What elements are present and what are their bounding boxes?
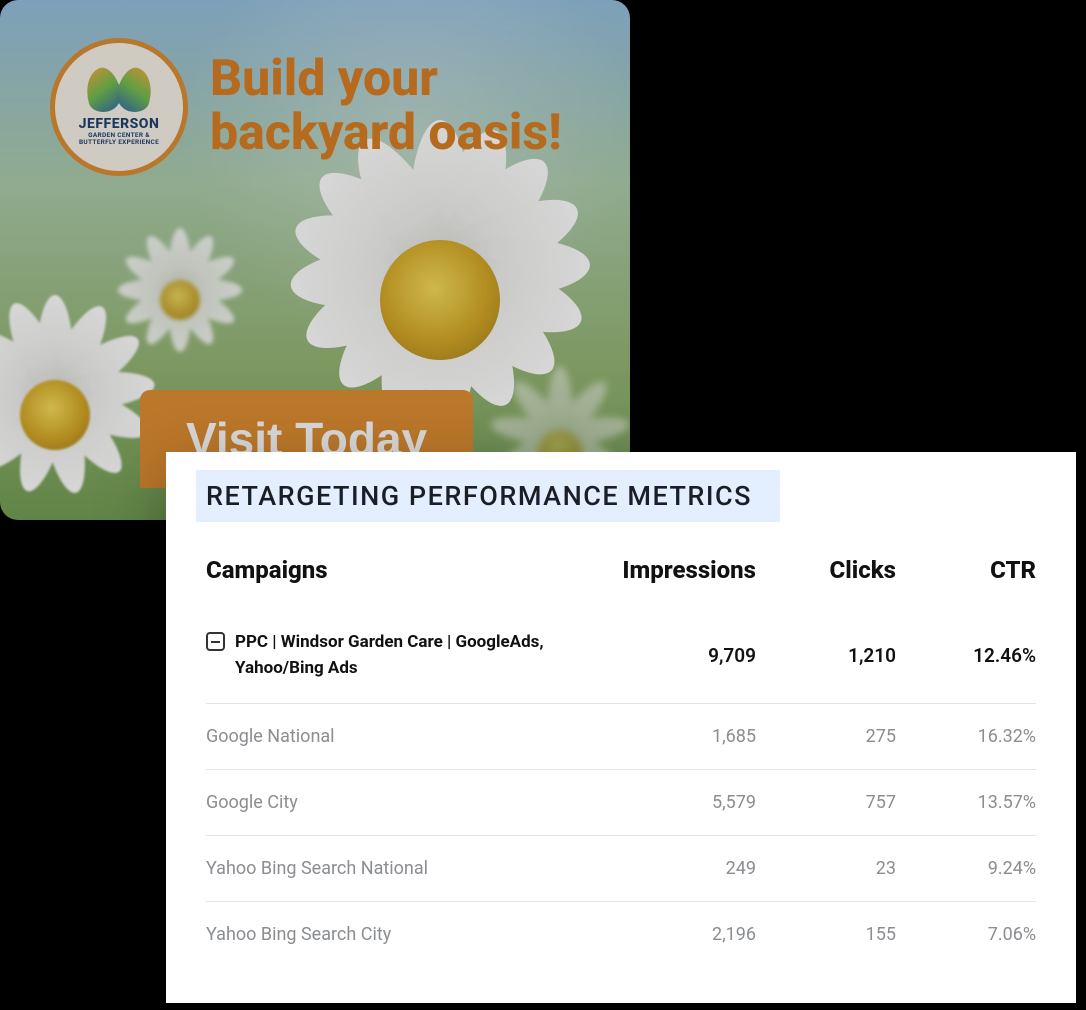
cell-clicks: 757 [756,792,896,813]
summary-clicks: 1,210 [756,644,896,667]
cell-ctr: 7.06% [896,924,1036,945]
campaign-name: Yahoo Bing Search City [206,924,586,945]
table-row: Google National 1,685 275 16.32% [206,704,1036,770]
col-impressions: Impressions [586,556,756,584]
cell-impressions: 249 [586,858,756,879]
cell-impressions: 2,196 [586,924,756,945]
cell-clicks: 275 [756,726,896,747]
metrics-title: RETARGETING PERFORMANCE METRICS [206,480,752,512]
metrics-title-highlight: RETARGETING PERFORMANCE METRICS [196,470,780,522]
table-row: Yahoo Bing Search National 249 23 9.24% [206,836,1036,902]
campaign-name: Google National [206,726,586,747]
cell-impressions: 5,579 [586,792,756,813]
metrics-table: Campaigns Impressions Clicks CTR PPC | W… [206,548,1036,967]
table-header: Campaigns Impressions Clicks CTR [206,548,1036,608]
summary-impressions: 9,709 [586,644,756,667]
brand-logo-badge: JEFFERSON GARDEN CENTER & BUTTERFLY EXPE… [50,38,188,176]
collapse-icon[interactable] [206,632,225,651]
cell-clicks: 155 [756,924,896,945]
logo-brand-name: JEFFERSON [79,116,160,132]
cell-ctr: 13.57% [896,792,1036,813]
campaign-name: Yahoo Bing Search National [206,858,586,879]
butterfly-icon [84,68,154,114]
col-campaigns: Campaigns [206,556,586,584]
summary-ctr: 12.46% [896,644,1036,667]
logo-tagline: GARDEN CENTER & BUTTERFLY EXPERIENCE [79,132,159,146]
daisy-flower [250,140,610,420]
cell-clicks: 23 [756,858,896,879]
cell-ctr: 9.24% [896,858,1036,879]
campaign-name: Google City [206,792,586,813]
summary-campaign-label: PPC | Windsor Garden Care | GoogleAds, Y… [235,630,565,681]
col-ctr: CTR [896,556,1036,584]
ad-creative-card: JEFFERSON GARDEN CENTER & BUTTERFLY EXPE… [0,0,630,520]
metrics-panel: RETARGETING PERFORMANCE METRICS Campaign… [166,452,1076,1003]
cell-impressions: 1,685 [586,726,756,747]
table-row-summary: PPC | Windsor Garden Care | GoogleAds, Y… [206,608,1036,704]
ad-headline: Build your backyard oasis! [210,52,562,160]
table-row: Yahoo Bing Search City 2,196 155 7.06% [206,902,1036,967]
table-row: Google City 5,579 757 13.57% [206,770,1036,836]
col-clicks: Clicks [756,556,896,584]
cell-ctr: 16.32% [896,726,1036,747]
daisy-flower [0,300,160,500]
